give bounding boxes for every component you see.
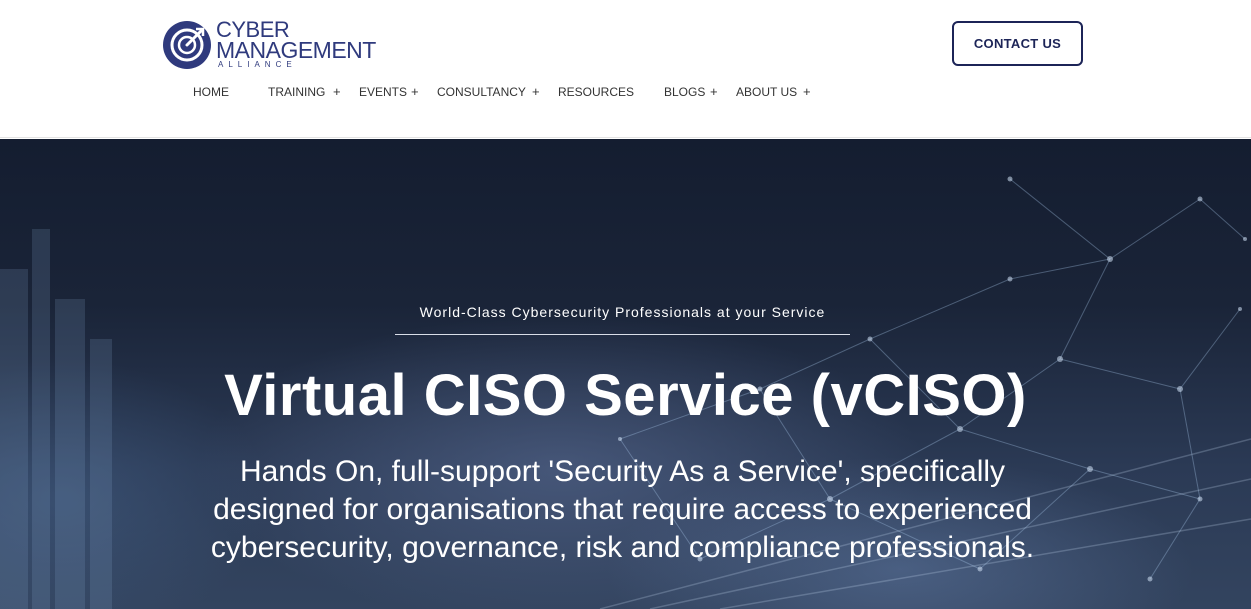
- nav-item-training[interactable]: TRAINING: [268, 85, 325, 99]
- main-navigation: HOME TRAINING + EVENTS + CONSULTANCY + R…: [0, 84, 1251, 101]
- site-header: CYBER MANAGEMENT ALLIANCE CONTACT US HOM…: [0, 0, 1251, 138]
- nav-item-consultancy[interactable]: CONSULTANCY: [437, 85, 526, 99]
- hero-banner: World-Class Cybersecurity Professionals …: [0, 139, 1251, 609]
- nav-item-resources[interactable]: RESOURCES: [558, 85, 634, 99]
- about-us-expand-icon[interactable]: +: [803, 84, 811, 99]
- nav-item-about-us[interactable]: ABOUT US: [736, 85, 797, 99]
- nav-item-events[interactable]: EVENTS: [359, 85, 407, 99]
- hero-eyebrow: World-Class Cybersecurity Professionals …: [419, 304, 826, 320]
- site-logo[interactable]: CYBER MANAGEMENT ALLIANCE: [162, 19, 382, 72]
- hero-subtitle: Hands On, full-support 'Security As a Se…: [210, 455, 1035, 564]
- logo-line-management: MANAGEMENT: [216, 37, 376, 63]
- contact-us-button[interactable]: CONTACT US: [952, 21, 1083, 66]
- nav-item-home[interactable]: HOME: [193, 85, 229, 99]
- training-expand-icon[interactable]: +: [333, 84, 341, 99]
- logo-wordmark: CYBER MANAGEMENT ALLIANCE: [216, 19, 376, 70]
- cyber-management-alliance-logo-icon: [163, 21, 211, 69]
- nav-item-blogs[interactable]: BLOGS: [664, 85, 705, 99]
- blogs-expand-icon[interactable]: +: [710, 84, 718, 99]
- events-expand-icon[interactable]: +: [411, 84, 419, 99]
- eyebrow-divider: [395, 334, 850, 335]
- hero-title: Virtual CISO Service (vCISO): [224, 363, 1027, 428]
- consultancy-expand-icon[interactable]: +: [532, 84, 540, 99]
